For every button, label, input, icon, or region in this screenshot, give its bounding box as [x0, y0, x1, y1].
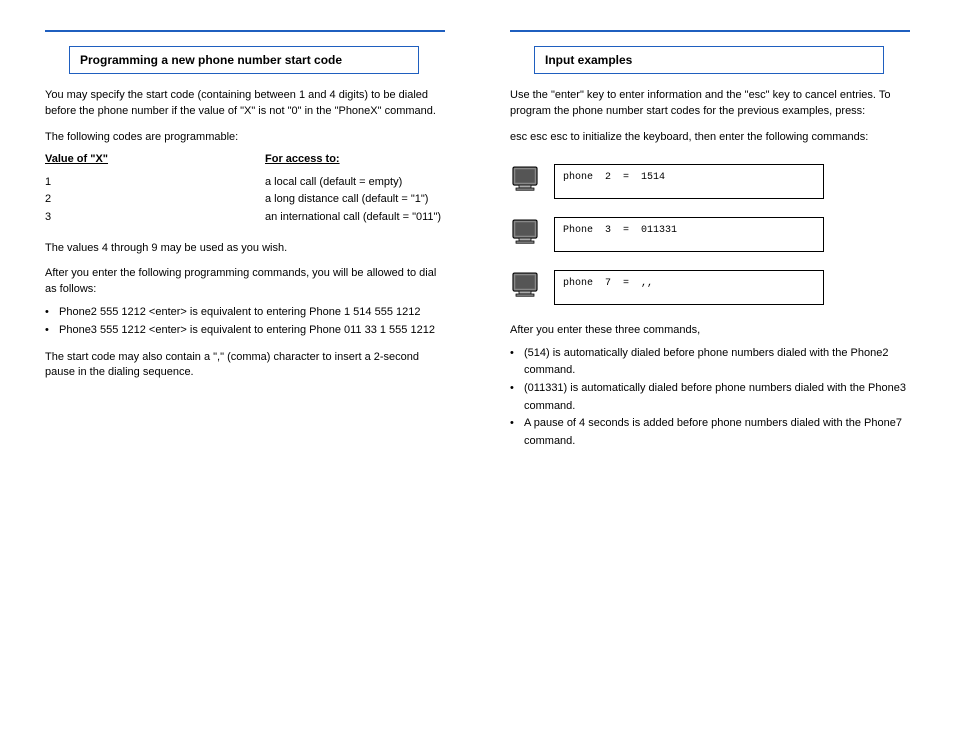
left-intro: You may specify the start code (containi…	[45, 88, 445, 120]
left-title-box: Programming a new phone number start cod…	[69, 46, 419, 74]
right-body: Use the "enter" key to enter information…	[510, 88, 910, 146]
left-bottom-note: The start code may also contain a "," (c…	[45, 350, 445, 382]
right-intro: Use the "enter" key to enter information…	[510, 88, 910, 120]
screen-text-1: Phone 3 = 011331	[563, 224, 815, 237]
code-desc-1: a long distance call (default = "1")	[265, 191, 445, 209]
screen-text-0: phone 2 = 1514	[563, 171, 815, 184]
left-intro2: The following codes are programmable:	[45, 130, 445, 146]
right-title-text: Input examples	[545, 53, 632, 67]
screen-row-0: phone 2 = 1514	[510, 164, 910, 199]
after-items-list: (514) is automatically dialed before pho…	[510, 345, 910, 451]
screen-text-2: phone 7 = ,,	[563, 277, 815, 290]
code-x-2: 3	[45, 209, 225, 227]
after-item-0: (514) is automatically dialed before pho…	[510, 345, 910, 380]
screen-row-1: Phone 3 = 011331	[510, 217, 910, 252]
right-title-box: Input examples	[534, 46, 884, 74]
rule-top-right	[510, 30, 910, 32]
after-item-1: (011331) is automatically dialed before …	[510, 380, 910, 415]
monitor-icon	[510, 164, 542, 199]
screen-row-2: phone 7 = ,,	[510, 270, 910, 305]
left-body: You may specify the start code (containi…	[45, 88, 445, 381]
codes-col-x: Value of "X" 1 2 3	[45, 152, 225, 227]
rule-top-left	[45, 30, 445, 32]
left-after-intro: After you enter the following programmin…	[45, 266, 445, 298]
screen-box-2: phone 7 = ,,	[554, 270, 824, 305]
code-desc-2: an international call (default = "011")	[265, 209, 445, 227]
codes-head-desc: For access to:	[265, 152, 445, 168]
left-value-note: The values 4 through 9 may be used as yo…	[45, 241, 445, 257]
codes-col-desc: For access to: a local call (default = e…	[265, 152, 445, 227]
code-desc-0: a local call (default = empty)	[265, 174, 445, 192]
codes-head-x: Value of "X"	[45, 152, 225, 168]
screen-box-1: Phone 3 = 011331	[554, 217, 824, 252]
monitor-icon	[510, 270, 542, 305]
left-title-text: Programming a new phone number start cod…	[80, 53, 342, 67]
screen-box-0: phone 2 = 1514	[554, 164, 824, 199]
after-row-1: Phone3 555 1212 <enter> is equivalent to…	[45, 322, 445, 340]
right-after: After you enter these three commands, (5…	[510, 323, 910, 451]
codes-table: Value of "X" 1 2 3 For access to: a loca…	[45, 152, 445, 227]
right-after1: After you enter these three commands,	[510, 323, 910, 339]
monitor-icon	[510, 217, 542, 252]
left-column: Programming a new phone number start cod…	[45, 30, 445, 381]
right-column: Input examples Use the "enter" key to en…	[510, 30, 910, 450]
after-list: Phone2 555 1212 <enter> is equivalent to…	[45, 304, 445, 339]
code-x-0: 1	[45, 174, 225, 192]
right-step1: esc esc esc to initialize the keyboard, …	[510, 130, 910, 146]
after-row-0: Phone2 555 1212 <enter> is equivalent to…	[45, 304, 445, 322]
code-x-1: 2	[45, 191, 225, 209]
after-item-2: A pause of 4 seconds is added before pho…	[510, 415, 910, 450]
